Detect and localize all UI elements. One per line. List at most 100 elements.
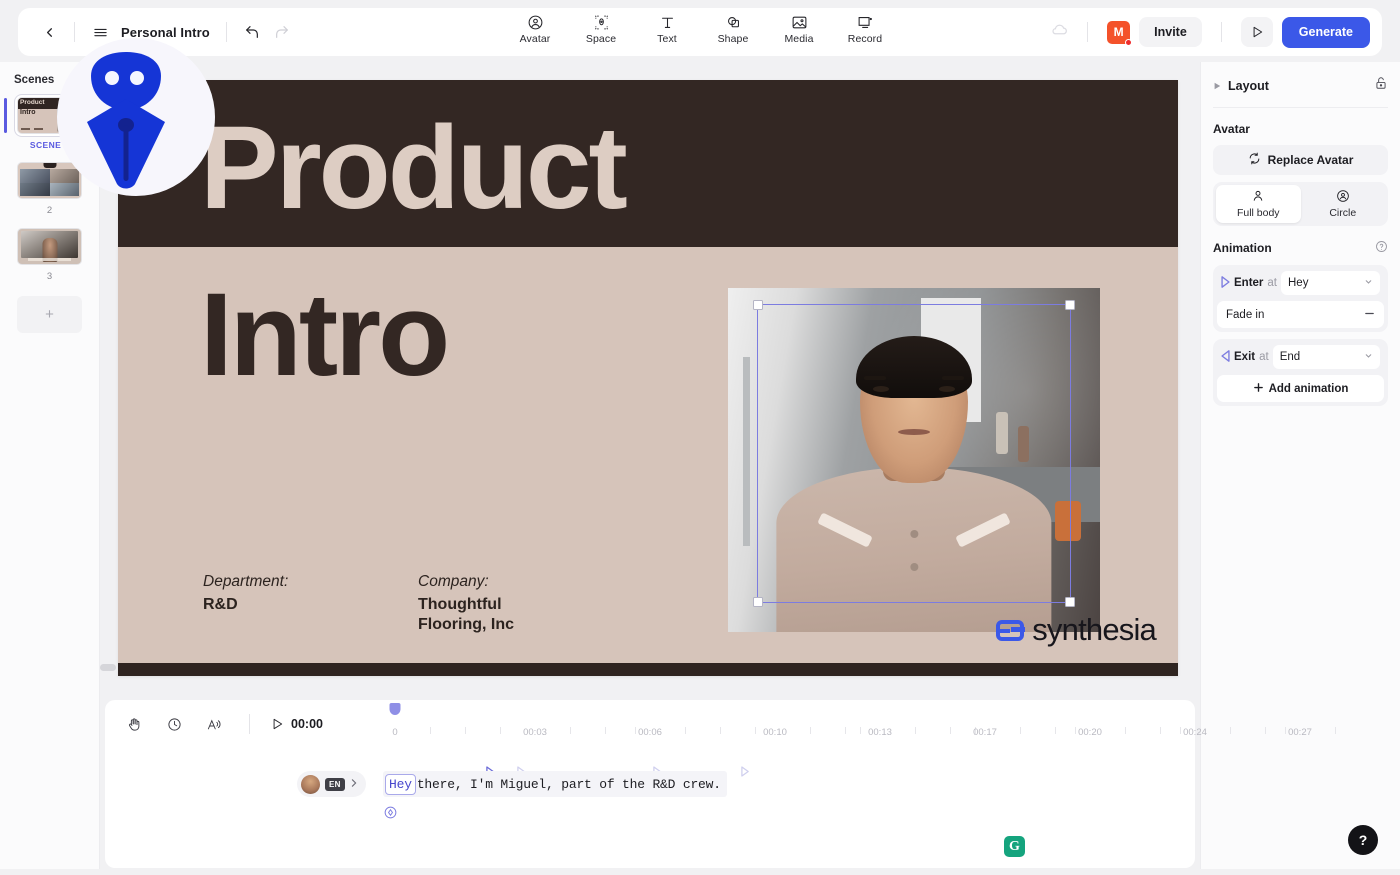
- tool-avatar[interactable]: Avatar: [509, 12, 561, 46]
- app-root: Personal Intro Avatar Space Text Shape M…: [0, 0, 1400, 875]
- enter-at-label: at: [1267, 277, 1277, 289]
- avatar-eye-right: [938, 386, 955, 393]
- tool-space[interactable]: Space: [575, 12, 627, 46]
- divider: [1220, 22, 1222, 42]
- scene-label-3: 3: [46, 271, 53, 282]
- chevron-right-icon[interactable]: [350, 778, 358, 791]
- stage-title-line1[interactable]: Product: [200, 109, 628, 227]
- language-badge[interactable]: EN: [325, 777, 345, 791]
- enter-trigger-select[interactable]: Hey: [1281, 271, 1380, 295]
- minus-icon[interactable]: [1364, 308, 1375, 322]
- video-stage[interactable]: Product Intro Department: R&D Company: T…: [118, 80, 1178, 676]
- timeline-playhead[interactable]: [389, 703, 401, 715]
- thumb-title-top: Product: [20, 99, 45, 106]
- grammarly-icon[interactable]: G: [1004, 836, 1025, 857]
- speaker-selector[interactable]: EN: [297, 771, 366, 797]
- stage-company-block[interactable]: Company: Thoughtful Flooring, Inc: [418, 573, 514, 635]
- add-marker-icon[interactable]: [384, 806, 397, 819]
- preview-play-button[interactable]: [1240, 17, 1273, 47]
- animation-section-label: Animation: [1213, 241, 1272, 255]
- tool-media[interactable]: Media: [773, 12, 825, 46]
- scene-thumbnail-2[interactable]: [17, 162, 82, 199]
- enter-label: Enter: [1234, 277, 1264, 289]
- divider: [225, 22, 227, 42]
- timeline-tick-label: 00:03: [523, 727, 547, 738]
- back-button[interactable]: [34, 17, 64, 47]
- question-circle-icon[interactable]: [1375, 240, 1388, 256]
- tool-shape[interactable]: Shape: [707, 12, 759, 46]
- generate-button[interactable]: Generate: [1281, 16, 1370, 48]
- timeline-tick-label: 00:13: [868, 727, 892, 738]
- stage-avatar-media[interactable]: [728, 288, 1100, 632]
- timeline-bar: 00:00 0 00:03 00:06 00:10 00:13 00:17 00…: [105, 700, 1336, 748]
- avatar-mode-label: Circle: [1329, 207, 1357, 219]
- timeline-tick-label: 00:27: [1288, 727, 1312, 738]
- undo-button[interactable]: [237, 17, 267, 47]
- scene-thumbnail-3[interactable]: [17, 228, 82, 265]
- synthesia-wordmark: synthesia: [1032, 612, 1157, 647]
- stage-title-line2[interactable]: Intro: [200, 276, 450, 394]
- redo-button[interactable]: [267, 17, 297, 47]
- enter-animation-row: Enter at Hey: [1217, 269, 1384, 297]
- chevron-down-icon: [1364, 351, 1373, 363]
- avatar-mode-segmented-control: Full body Circle: [1213, 182, 1388, 226]
- timeline-tick-label: 00:24: [1183, 727, 1207, 738]
- replace-avatar-label: Replace Avatar: [1267, 153, 1354, 167]
- user-avatar-chip[interactable]: M: [1107, 20, 1133, 46]
- unlocked-padlock-icon[interactable]: [1374, 76, 1388, 95]
- layout-section-header[interactable]: Layout: [1213, 76, 1388, 108]
- tool-label: Shape: [717, 33, 749, 45]
- divider: [74, 22, 75, 42]
- canvas-horizontal-scrollbar[interactable]: [100, 664, 116, 671]
- help-button[interactable]: ?: [1348, 825, 1378, 855]
- background-plant-pot: [1055, 501, 1082, 542]
- tool-label: Space: [585, 33, 617, 45]
- avatar-section-label: Avatar: [1213, 122, 1250, 136]
- avatar-torso: [776, 466, 1052, 632]
- avatar-mode-circle[interactable]: Circle: [1301, 185, 1386, 223]
- voice-speed-icon[interactable]: [199, 709, 229, 739]
- hand-pan-icon[interactable]: [119, 709, 149, 739]
- properties-panel: Layout Avatar Replace Avatar Full body C…: [1200, 62, 1400, 869]
- avatar-eyebrow-right: [942, 375, 965, 380]
- layout-title-group: Layout: [1213, 79, 1269, 93]
- exit-at-label: at: [1259, 351, 1269, 363]
- animation-section-header: Animation: [1213, 240, 1388, 256]
- avatar-mode-full-body[interactable]: Full body: [1216, 185, 1301, 223]
- canvas-area: Product Intro Department: R&D Company: T…: [100, 62, 1200, 679]
- thumb-title-bottom: Intro: [20, 109, 36, 116]
- enter-trigger-value: Hey: [1288, 277, 1309, 289]
- script-highlighted-word[interactable]: Hey: [385, 773, 416, 795]
- timeline-tick-label: 00:20: [1078, 727, 1102, 738]
- stage-footer-band: [118, 663, 1178, 676]
- timeline-ruler[interactable]: 0 00:03 00:06 00:10 00:13 00:17 00:20 00…: [285, 700, 1336, 748]
- company-label: Company:: [418, 573, 489, 590]
- tool-record[interactable]: Record: [839, 12, 891, 46]
- scene-thumbnail-image: [17, 228, 82, 265]
- invite-button[interactable]: Invite: [1139, 17, 1202, 47]
- add-animation-button[interactable]: Add animation: [1217, 375, 1384, 402]
- speaker-avatar-icon: [301, 774, 320, 794]
- stage-department-block[interactable]: Department: R&D: [203, 573, 288, 615]
- script-editor-area[interactable]: EN Hey there, I'm Miguel, part of the R&…: [105, 748, 1195, 868]
- divider: [1087, 22, 1089, 42]
- department-label: Department:: [203, 573, 289, 590]
- timeline-tick-label: 00:06: [638, 727, 662, 738]
- synthesia-brand-logo: synthesia: [995, 612, 1157, 648]
- enter-marker-icon: [1221, 275, 1230, 291]
- timeline-tick-label: 00:17: [973, 727, 997, 738]
- notification-dot: [1125, 38, 1133, 46]
- add-scene-button[interactable]: +: [17, 296, 82, 333]
- exit-trigger-value: End: [1279, 351, 1301, 363]
- circle-person-icon: [1336, 189, 1350, 206]
- enter-effect-row[interactable]: Fade in: [1217, 301, 1384, 328]
- clock-timing-icon[interactable]: [159, 709, 189, 739]
- script-text-line[interactable]: Hey there, I'm Miguel, part of the R&D c…: [383, 771, 727, 797]
- script-text[interactable]: there, I'm Miguel, part of the R&D crew.: [417, 777, 721, 792]
- tool-label: Record: [847, 33, 883, 45]
- exit-trigger-select[interactable]: End: [1272, 345, 1380, 369]
- tool-text[interactable]: Text: [641, 12, 693, 46]
- replace-avatar-button[interactable]: Replace Avatar: [1213, 145, 1388, 175]
- exit-animation-group: Exit at End Add animation: [1213, 339, 1388, 406]
- script-marker-icon[interactable]: [741, 764, 750, 777]
